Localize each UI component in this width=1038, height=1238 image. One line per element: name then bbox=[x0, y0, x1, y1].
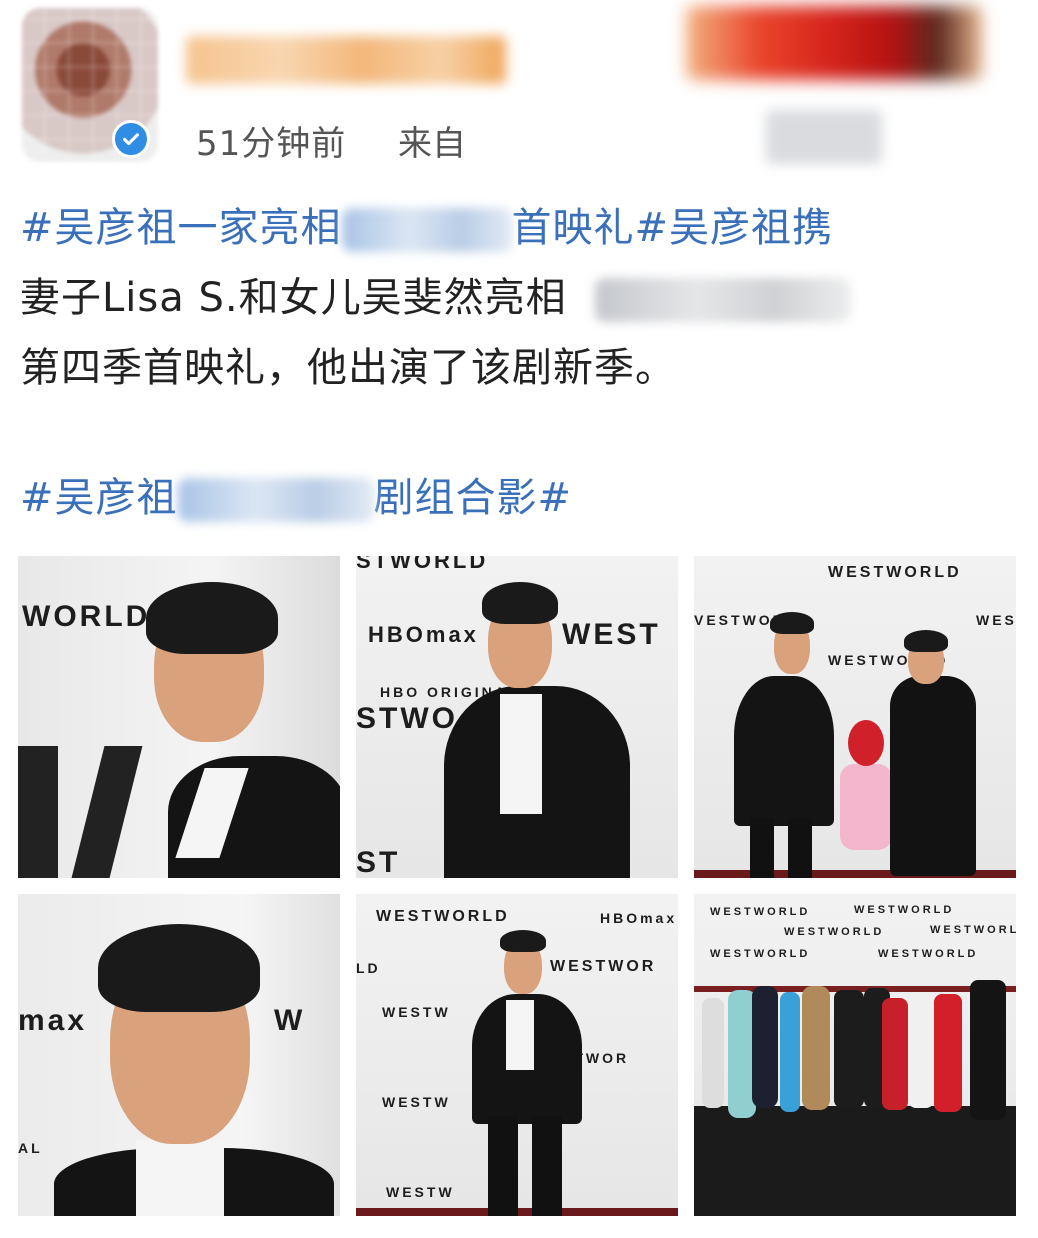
backdrop-text: WESTWORLD bbox=[710, 948, 811, 960]
photo-5[interactable]: WESTWORLD HBOmax LD WESTWOR WESTW STWOR … bbox=[356, 894, 678, 1216]
follow-button-blurred[interactable] bbox=[686, 6, 982, 80]
post-text-line-2: 妻子Lisa S.和女儿吴斐然亮相 bbox=[20, 270, 851, 326]
redacted-text bbox=[341, 208, 512, 252]
post-source-label: 来自 bbox=[398, 124, 466, 164]
backdrop-text: HBOmax bbox=[600, 910, 678, 926]
photo-1[interactable]: WORLD bbox=[18, 556, 340, 878]
backdrop-text: WESTW bbox=[386, 1184, 455, 1200]
redacted-text bbox=[594, 278, 851, 322]
backdrop-text: AL bbox=[18, 1140, 43, 1156]
backdrop-text: WESTWORLD bbox=[376, 908, 510, 925]
post-time: 51分钟前 bbox=[196, 124, 347, 164]
post-body-text: 妻子Lisa S.和女儿吴斐然亮相 bbox=[20, 275, 567, 321]
backdrop-text: WESTWOR bbox=[550, 958, 657, 975]
hashtag-link-2[interactable]: #吴彦祖 bbox=[20, 475, 178, 521]
backdrop-text: STWORLD bbox=[356, 556, 489, 573]
backdrop-text: LD bbox=[356, 960, 381, 976]
hashtag-link-2-end[interactable]: 剧组合影# bbox=[374, 475, 573, 521]
backdrop-text: WESTW bbox=[382, 1004, 451, 1020]
backdrop-text: WESTWORLD bbox=[784, 926, 885, 938]
hashtag-link-1[interactable]: #吴彦祖一家亮相 bbox=[20, 205, 342, 251]
post-text-line-1: #吴彦祖一家亮相 首映礼#吴彦祖携 bbox=[20, 200, 833, 256]
backdrop-text: WESTWORLD bbox=[878, 948, 979, 960]
photo-6[interactable]: WESTWORLD WESTWORLD WESTWORLD WESTWORLD … bbox=[694, 894, 1016, 1216]
backdrop-text: WESTWORLD bbox=[854, 904, 955, 916]
photo-3[interactable]: WESTWORLD VESTWORLD WESTWORLD WES bbox=[694, 556, 1016, 878]
photo-2[interactable]: STWORLD HBOmax WEST HBO ORIGINAL STWO ST bbox=[356, 556, 678, 878]
photo-4[interactable]: max W AL bbox=[18, 894, 340, 1216]
post-text-line-4: #吴彦祖 剧组合影# bbox=[20, 470, 572, 526]
backdrop-text: ST bbox=[356, 846, 401, 878]
backdrop-text: WEST bbox=[562, 618, 661, 651]
backdrop-text: WORLD bbox=[22, 600, 151, 633]
backdrop-text: HBOmax bbox=[368, 622, 479, 647]
post-text-line-3: 第四季首映礼，他出演了该剧新季。 bbox=[20, 345, 676, 391]
backdrop-text: WESTWORLD bbox=[930, 924, 1016, 936]
redacted-text bbox=[177, 478, 374, 522]
backdrop-text: STWO bbox=[356, 702, 458, 735]
backdrop-text: WESTWORLD bbox=[828, 564, 962, 581]
backdrop-text: WESTW bbox=[382, 1094, 451, 1110]
backdrop-text: WES bbox=[976, 612, 1016, 628]
hashtag-link-1-end[interactable]: 首映礼#吴彦祖携 bbox=[512, 205, 834, 251]
post-source-blurred bbox=[766, 110, 882, 164]
username-blurred[interactable] bbox=[186, 36, 506, 84]
backdrop-text: W bbox=[274, 1004, 306, 1037]
backdrop-text: WESTWORLD bbox=[710, 906, 811, 918]
backdrop-text: max bbox=[18, 1004, 88, 1037]
verified-badge-icon bbox=[112, 120, 150, 158]
